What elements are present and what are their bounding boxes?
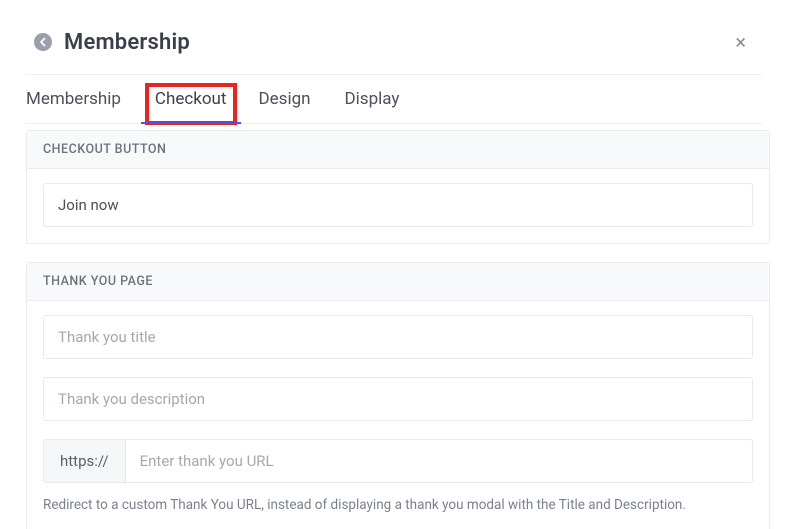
thank-you-description-input[interactable] (43, 377, 753, 421)
panel-heading: CHECKOUT BUTTON (27, 131, 769, 169)
thank-you-url-input[interactable] (126, 440, 752, 482)
settings-scroll-area[interactable]: CHECKOUT BUTTON THANK YOU PAGE https:// … (26, 130, 770, 529)
url-prefix-label: https:// (44, 440, 126, 482)
modal-header: Membership × (0, 0, 788, 74)
panel-thank-you: THANK YOU PAGE https:// Redirect to a cu… (26, 262, 770, 529)
panel-checkout-button: CHECKOUT BUTTON (26, 130, 770, 244)
thank-you-url-group: https:// (43, 439, 753, 483)
thank-you-url-help: Redirect to a custom Thank You URL, inst… (43, 495, 753, 515)
panel-heading: THANK YOU PAGE (27, 263, 769, 301)
tab-design[interactable]: Design (259, 89, 311, 123)
panel-body: https:// Redirect to a custom Thank You … (27, 301, 769, 529)
thank-you-title-input[interactable] (43, 315, 753, 359)
tab-checkout[interactable]: Checkout (147, 85, 235, 123)
tab-display[interactable]: Display (345, 89, 400, 123)
close-icon[interactable]: × (727, 28, 754, 56)
back-icon[interactable] (34, 33, 52, 51)
tab-membership[interactable]: Membership (26, 89, 121, 123)
checkout-button-text-input[interactable] (43, 183, 753, 227)
page-title: Membership (64, 30, 190, 55)
panel-body (27, 169, 769, 243)
tabs: Membership Checkout Design Display (26, 74, 762, 124)
